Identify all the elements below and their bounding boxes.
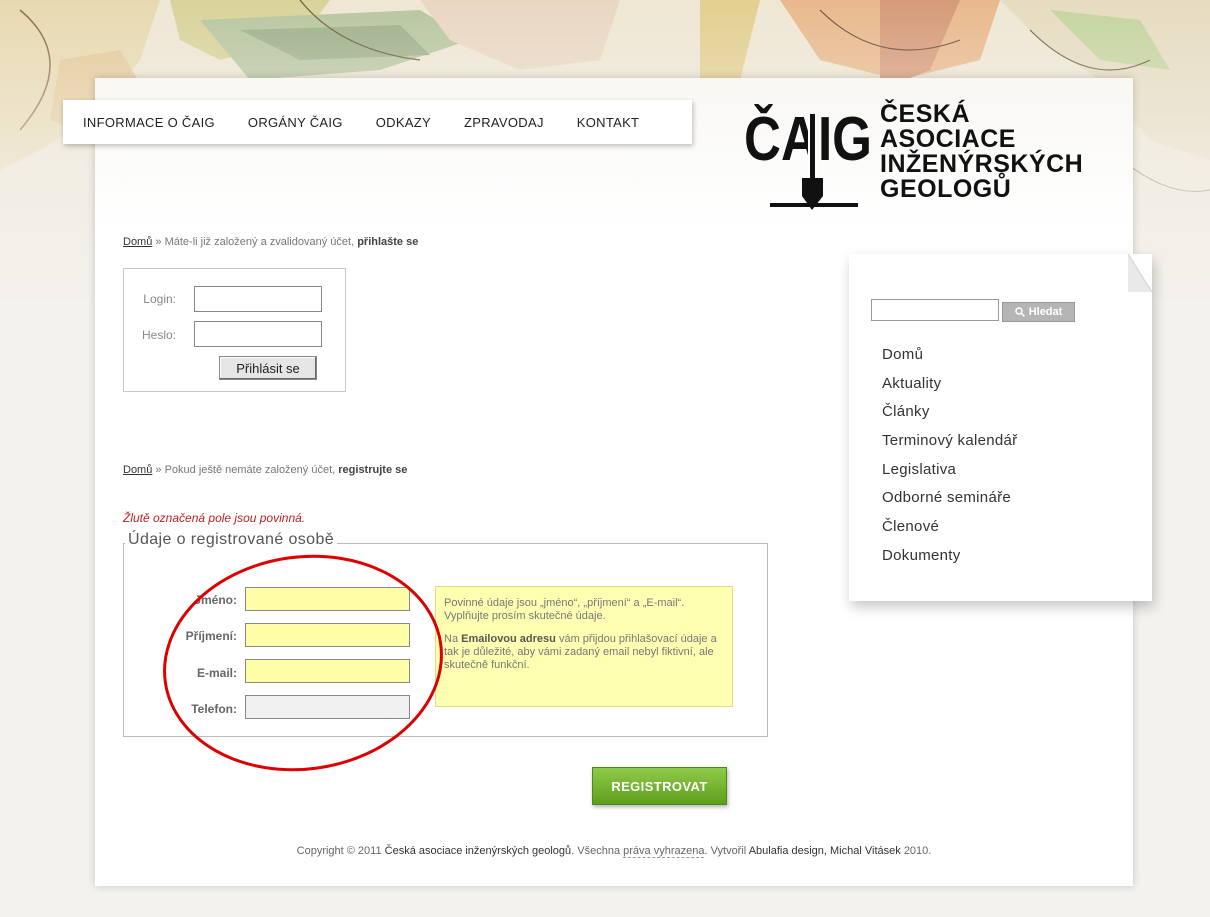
sidebar-item-seminare[interactable]: Odborné semináře (882, 489, 1011, 506)
sidebar-fold-decoration (1128, 254, 1152, 292)
email-label: E-mail: (196, 666, 237, 680)
help-paragraph-1: Povinné údaje jsou „jméno“, „příjmení“ a… (444, 597, 685, 622)
sidebar-item-dokumenty[interactable]: Dokumenty (882, 547, 961, 564)
registration-help-box: Povinné údaje jsou „jméno“, „příjmení“ a… (435, 586, 733, 707)
sidebar-item-clenove[interactable]: Členové (882, 518, 939, 535)
required-fields-note: Žlutě označená pole jsou povinná. (123, 511, 306, 525)
footer-year: 2010. (903, 845, 932, 857)
logo-line-1: ČESKÁ (880, 100, 971, 128)
breadcrumb-home-link[interactable]: Domů (123, 464, 152, 476)
help-text-bold: Emailovou adresu (461, 633, 556, 645)
nav-item-informace[interactable]: INFORMACE O ČAIG (83, 115, 215, 130)
footer-rights-pre: . Všechna (571, 845, 621, 857)
main-nav: INFORMACE O ČAIG ORGÁNY ČAIG ODKAZY ZPRA… (63, 100, 692, 144)
sidebar: Hledat Domů Aktuality Články Terminový k… (849, 254, 1152, 601)
footer-rights-link[interactable]: práva vyhrazena (623, 845, 705, 858)
logo-line-4: GEOLOGŮ (880, 175, 1012, 203)
nav-item-kontakt[interactable]: KONTAKT (577, 115, 640, 130)
footer: Copyright © 2011 Česká asociace inženýrs… (95, 845, 1133, 858)
footer-made-by-pre: . Vytvořil (704, 845, 747, 857)
phone-label: Telefon: (191, 702, 237, 716)
last-name-label: Příjmení: (185, 629, 237, 643)
password-row: Heslo: (124, 328, 179, 342)
sidebar-item-domu[interactable]: Domů (882, 346, 923, 363)
page-container: INFORMACE O ČAIG ORGÁNY ČAIG ODKAZY ZPRA… (63, 78, 1152, 886)
sidebar-item-aktuality[interactable]: Aktuality (882, 375, 941, 392)
breadcrumb-text: Máte-li již založený a zvalidovaný účet, (164, 236, 355, 248)
login-form: Login: Heslo: Přihlásit se (123, 268, 346, 392)
phone-input[interactable] (245, 695, 410, 719)
logo-line-3: INŽENÝRSKÝCH (880, 150, 1084, 178)
nav-item-zpravodaj[interactable]: ZPRAVODAJ (464, 115, 544, 130)
sidebar-item-kalendar[interactable]: Terminový kalendář (882, 432, 1017, 449)
logo-line-2: ASOCIACE (880, 125, 1016, 153)
first-name-input[interactable] (245, 587, 410, 611)
breadcrumb-bold: přihlašte se (357, 236, 419, 248)
login-input[interactable] (194, 286, 322, 312)
search-input[interactable] (871, 299, 999, 321)
help-text-pre: Na (444, 633, 459, 645)
password-label: Heslo: (141, 328, 176, 342)
login-button[interactable]: Přihlásit se (219, 356, 317, 380)
password-input[interactable] (194, 321, 322, 347)
search-icon (1014, 307, 1025, 317)
footer-org: Česká asociace inženýrských geologů (384, 845, 572, 857)
register-button[interactable]: REGISTROVAT (592, 767, 727, 805)
nav-item-odkazy[interactable]: ODKAZY (376, 115, 431, 130)
logo-mark-icon: ČAIG (744, 105, 872, 210)
breadcrumb-text: Pokud ještě nemáte založený účet, (164, 464, 336, 476)
registration-legend: Údaje o registrované osobě (125, 531, 338, 549)
breadcrumb-home-link[interactable]: Domů (123, 236, 152, 248)
sidebar-item-legislativa[interactable]: Legislativa (882, 461, 956, 478)
help-paragraph-2: Na Emailovou adresu vám přijdou přihlašo… (444, 633, 724, 672)
last-name-input[interactable] (245, 623, 410, 647)
site-logo[interactable]: ČAIG ČESKÁ ASOCIACE INŽENÝRSKÝCH GEOLOGŮ (742, 90, 1112, 215)
breadcrumb-bold: registrujte se (338, 464, 408, 476)
search-button[interactable]: Hledat (1002, 302, 1075, 322)
footer-copyright: Copyright © 2011 (296, 845, 382, 857)
search-button-label: Hledat (1028, 306, 1063, 318)
login-label: Login: (143, 292, 176, 306)
breadcrumb-login: Domů » Máte-li již založený a zvalidovan… (123, 236, 418, 248)
footer-author-link[interactable]: Abulafia design, Michal Vitásek (749, 845, 901, 857)
first-name-label: Jméno: (194, 593, 237, 607)
nav-item-organy[interactable]: ORGÁNY ČAIG (248, 115, 343, 130)
breadcrumb-separator: » (155, 464, 162, 476)
logo-text: ČESKÁ ASOCIACE INŽENÝRSKÝCH GEOLOGŮ (880, 102, 1083, 202)
breadcrumb-register: Domů » Pokud ještě nemáte založený účet,… (123, 464, 407, 476)
breadcrumb-separator: » (155, 236, 162, 248)
login-row: Login: (124, 292, 179, 306)
email-input[interactable] (245, 659, 410, 683)
sidebar-item-clanky[interactable]: Články (882, 403, 930, 420)
